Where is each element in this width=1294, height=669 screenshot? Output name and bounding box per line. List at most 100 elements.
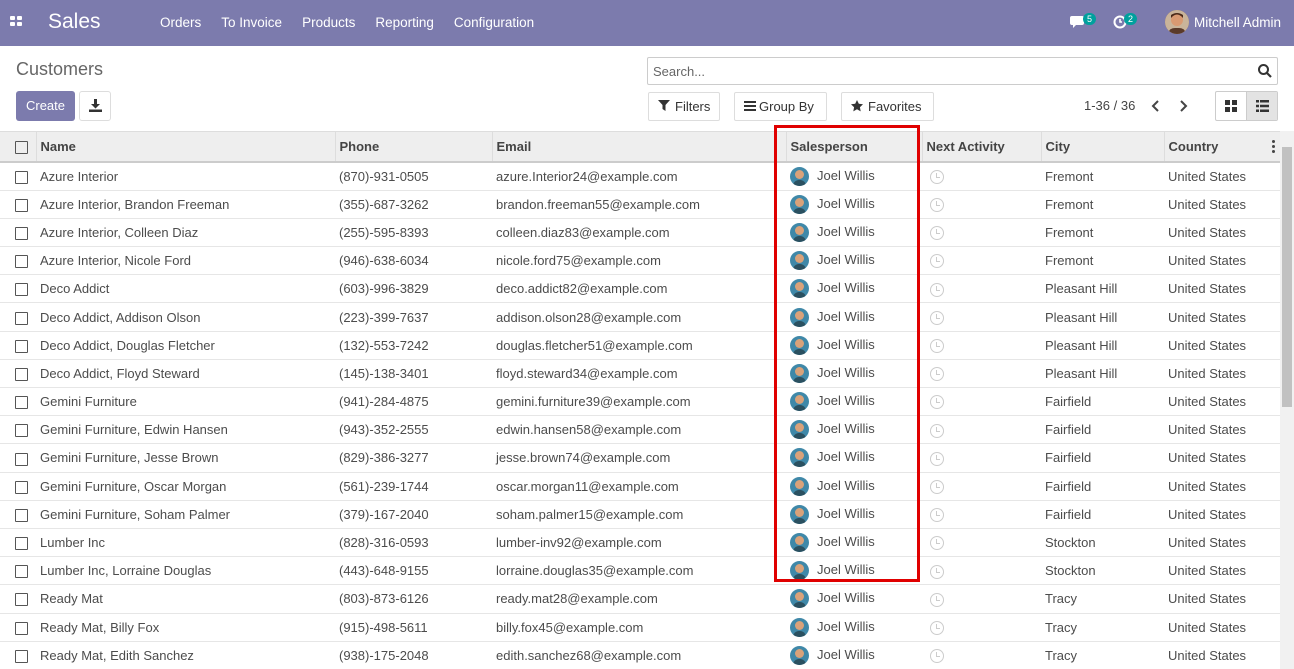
- activity-clock-icon[interactable]: [930, 282, 944, 297]
- cell-country[interactable]: United States: [1164, 247, 1280, 275]
- cell-email[interactable]: deco.addict82@example.com: [492, 275, 786, 303]
- table-row[interactable]: Lumber Inc (828)-316-0593 lumber-inv92@exa…: [0, 528, 1280, 557]
- row-checkbox[interactable]: [15, 367, 28, 381]
- activity-clock-icon[interactable]: [930, 226, 944, 241]
- cell-salesperson[interactable]: Joel Willis: [786, 416, 922, 444]
- column-email[interactable]: Email: [491, 132, 786, 163]
- table-row[interactable]: Deco Addict (603)-996-3829 deco.addict82@e…: [0, 275, 1280, 303]
- row-checkbox[interactable]: [15, 170, 28, 184]
- cell-salesperson[interactable]: Joel Willis: [786, 472, 922, 500]
- cell-salesperson[interactable]: Joel Willis: [786, 444, 922, 472]
- cell-country[interactable]: United States: [1164, 388, 1280, 416]
- cell-salesperson[interactable]: Joel Willis: [786, 303, 922, 331]
- cell-email[interactable]: lorraine.douglas35@example.com: [492, 557, 786, 585]
- messages-button[interactable]: 5: [1068, 0, 1098, 46]
- cell-email[interactable]: billy.fox45@example.com: [492, 613, 786, 641]
- activity-clock-icon[interactable]: [930, 310, 944, 325]
- cell-name[interactable]: Deco Addict, Floyd Steward: [36, 359, 335, 387]
- cell-country[interactable]: United States: [1164, 331, 1280, 359]
- cell-city[interactable]: Fairfield: [1041, 444, 1164, 472]
- cell-city[interactable]: Fremont: [1041, 218, 1164, 246]
- cell-name[interactable]: Deco Addict: [36, 275, 335, 303]
- cell-salesperson[interactable]: Joel Willis: [786, 613, 922, 641]
- cell-next-activity[interactable]: [922, 331, 1041, 359]
- cell-salesperson[interactable]: Joel Willis: [786, 331, 922, 359]
- column-name[interactable]: Name: [35, 132, 335, 163]
- cell-salesperson[interactable]: Joel Willis: [786, 247, 922, 275]
- search-icon[interactable]: [1257, 63, 1273, 79]
- table-row[interactable]: Deco Addict, Floyd Steward (145)-138-3401…: [0, 359, 1280, 388]
- cell-email[interactable]: douglas.fletcher51@example.com: [492, 331, 786, 359]
- cell-country[interactable]: United States: [1164, 528, 1280, 556]
- cell-phone[interactable]: (603)-996-3829: [335, 275, 492, 303]
- row-checkbox[interactable]: [15, 565, 28, 579]
- table-row[interactable]: Deco Addict, Addison Olson (223)-399-7637…: [0, 303, 1280, 332]
- optional-columns-icon[interactable]: [1272, 140, 1275, 153]
- cell-next-activity[interactable]: [922, 557, 1041, 585]
- cell-next-activity[interactable]: [922, 247, 1041, 275]
- row-checkbox[interactable]: [15, 227, 28, 240]
- cell-phone[interactable]: (803)-873-6126: [335, 585, 492, 613]
- cell-name[interactable]: Azure Interior: [36, 162, 335, 190]
- cell-country[interactable]: United States: [1164, 190, 1280, 218]
- cell-phone[interactable]: (379)-167-2040: [335, 500, 492, 528]
- row-checkbox[interactable]: [15, 621, 28, 635]
- cell-next-activity[interactable]: [922, 641, 1041, 669]
- cell-city[interactable]: Pleasant Hill: [1041, 303, 1164, 331]
- cell-next-activity[interactable]: [922, 275, 1041, 303]
- cell-name[interactable]: Ready Mat, Edith Sanchez: [36, 641, 335, 669]
- cell-name[interactable]: Gemini Furniture, Jesse Brown: [36, 444, 335, 472]
- activity-clock-icon[interactable]: [930, 649, 944, 664]
- activity-clock-icon[interactable]: [930, 592, 944, 607]
- cell-next-activity[interactable]: [922, 500, 1041, 528]
- table-row[interactable]: Azure Interior, Colleen Diaz (255)-595-83…: [0, 218, 1280, 247]
- cell-country[interactable]: United States: [1164, 500, 1280, 528]
- cell-phone[interactable]: (943)-352-2555: [335, 416, 492, 444]
- cell-country[interactable]: United States: [1164, 416, 1280, 444]
- activity-clock-icon[interactable]: [930, 254, 944, 269]
- cell-country[interactable]: United States: [1164, 218, 1280, 246]
- cell-salesperson[interactable]: Joel Willis: [786, 218, 922, 246]
- menu-reporting[interactable]: Reporting: [365, 0, 444, 46]
- row-checkbox[interactable]: [15, 649, 28, 663]
- activities-button[interactable]: 2: [1112, 0, 1142, 46]
- table-row[interactable]: Gemini Furniture (941)-284-4875 gemini.fur…: [0, 388, 1280, 416]
- cell-phone[interactable]: (915)-498-5611: [335, 613, 492, 641]
- cell-name[interactable]: Deco Addict, Addison Olson: [36, 303, 335, 331]
- menu-orders[interactable]: Orders: [150, 0, 211, 46]
- cell-next-activity[interactable]: [922, 585, 1041, 613]
- select-all-checkbox[interactable]: [15, 141, 28, 155]
- column-country[interactable]: Country: [1163, 132, 1280, 163]
- cell-city[interactable]: Fairfield: [1041, 416, 1164, 444]
- cell-salesperson[interactable]: Joel Willis: [786, 585, 922, 613]
- row-checkbox[interactable]: [15, 311, 28, 325]
- cell-phone[interactable]: (561)-239-1744: [335, 472, 492, 500]
- cell-phone[interactable]: (355)-687-3262: [335, 190, 492, 218]
- cell-country[interactable]: United States: [1164, 162, 1280, 190]
- scrollbar[interactable]: [1280, 131, 1294, 669]
- activity-clock-icon[interactable]: [930, 451, 944, 466]
- row-checkbox[interactable]: [15, 198, 28, 212]
- cell-name[interactable]: Ready Mat, Billy Fox: [36, 613, 335, 641]
- cell-phone[interactable]: (938)-175-2048: [335, 641, 492, 669]
- cell-email[interactable]: colleen.diaz83@example.com: [492, 218, 786, 246]
- activity-clock-icon[interactable]: [930, 170, 944, 185]
- table-row[interactable]: Ready Mat (803)-873-6126 ready.mat28@examp…: [0, 585, 1280, 613]
- row-checkbox[interactable]: [15, 283, 28, 297]
- column-city[interactable]: City: [1040, 132, 1164, 163]
- cell-name[interactable]: Azure Interior, Brandon Freeman: [36, 190, 335, 218]
- cell-salesperson[interactable]: Joel Willis: [786, 528, 922, 556]
- table-row[interactable]: Ready Mat, Billy Fox (915)-498-5611 billy.…: [0, 613, 1280, 642]
- cell-phone[interactable]: (941)-284-4875: [335, 388, 492, 416]
- cell-city[interactable]: Fairfield: [1041, 472, 1164, 500]
- cell-name[interactable]: Azure Interior, Nicole Ford: [36, 247, 335, 275]
- activity-clock-icon[interactable]: [930, 395, 944, 410]
- activity-clock-icon[interactable]: [930, 564, 944, 579]
- column-next-activity[interactable]: Next Activity: [921, 132, 1041, 163]
- cell-name[interactable]: Deco Addict, Douglas Fletcher: [36, 331, 335, 359]
- row-checkbox[interactable]: [15, 452, 28, 466]
- apps-menu-icon[interactable]: [10, 16, 23, 28]
- cell-phone[interactable]: (443)-648-9155: [335, 557, 492, 585]
- row-checkbox[interactable]: [15, 339, 28, 353]
- app-title[interactable]: Sales: [48, 10, 101, 34]
